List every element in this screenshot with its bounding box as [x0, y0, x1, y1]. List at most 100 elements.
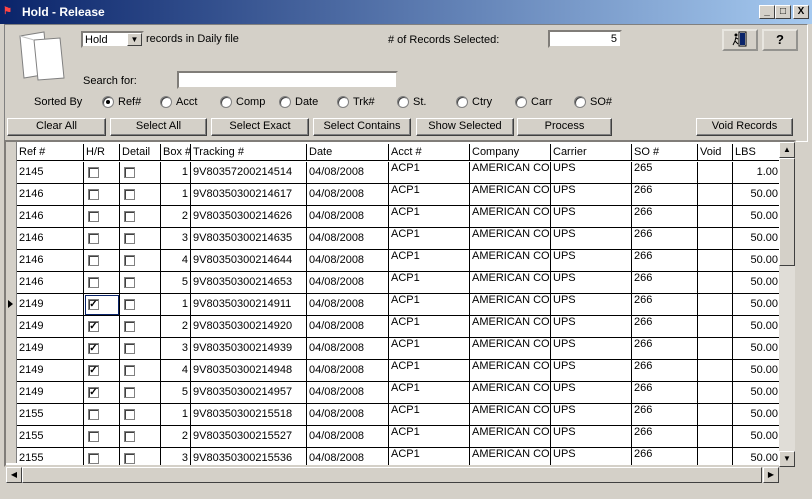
cell-date[interactable]: 04/08/2008 — [307, 206, 389, 228]
cell-company[interactable]: AMERICAN COMPANY — [470, 404, 551, 426]
detail-checkbox[interactable] — [124, 365, 135, 376]
cell-acct[interactable]: ACP1 — [389, 206, 470, 228]
cell-tracking[interactable]: 9V80350300214617 — [191, 184, 307, 206]
cell-lbs[interactable]: 50.00 — [733, 360, 781, 382]
cell-so[interactable]: 266 — [632, 316, 698, 338]
mode-select[interactable]: Hold ▼ — [81, 31, 144, 48]
cell-detail[interactable] — [120, 404, 161, 426]
cell-box[interactable]: 1 — [161, 162, 191, 184]
cell-detail[interactable] — [120, 206, 161, 228]
cell-box[interactable]: 3 — [161, 338, 191, 360]
detail-checkbox[interactable] — [124, 189, 135, 200]
cell-ref[interactable]: 2149 — [17, 360, 84, 382]
cell-carrier[interactable]: UPS — [551, 184, 632, 206]
sort-radio-date[interactable]: Date — [279, 96, 318, 108]
cell-hr[interactable] — [84, 162, 120, 184]
cell-acct[interactable]: ACP1 — [389, 404, 470, 426]
cell-carrier[interactable]: UPS — [551, 294, 632, 316]
cell-hr[interactable] — [84, 184, 120, 206]
cell-void[interactable] — [698, 360, 733, 382]
cell-box[interactable]: 5 — [161, 382, 191, 404]
cell-tracking[interactable]: 9V80350300214939 — [191, 338, 307, 360]
cell-company[interactable]: AMERICAN COMPANY — [470, 272, 551, 294]
cell-ref[interactable]: 2149 — [17, 316, 84, 338]
hold-release-checkbox[interactable] — [88, 453, 99, 464]
sort-radio-trk[interactable]: Trk# — [337, 96, 375, 108]
cell-lbs[interactable]: 50.00 — [733, 294, 781, 316]
cell-acct[interactable]: ACP1 — [389, 162, 470, 184]
cell-acct[interactable]: ACP1 — [389, 316, 470, 338]
cell-hr[interactable] — [84, 228, 120, 250]
cell-void[interactable] — [698, 162, 733, 184]
cell-acct[interactable]: ACP1 — [389, 382, 470, 404]
cell-hr[interactable] — [84, 448, 120, 465]
cell-ref[interactable]: 2146 — [17, 228, 84, 250]
cell-acct[interactable]: ACP1 — [389, 338, 470, 360]
cell-so[interactable]: 266 — [632, 360, 698, 382]
cell-hr[interactable] — [84, 272, 120, 294]
cell-ref[interactable]: 2146 — [17, 272, 84, 294]
cell-so[interactable]: 266 — [632, 228, 698, 250]
cell-company[interactable]: AMERICAN COMPANY — [470, 382, 551, 404]
detail-checkbox[interactable] — [124, 211, 135, 222]
hold-release-checkbox[interactable]: ✓ — [88, 387, 99, 398]
cell-date[interactable]: 04/08/2008 — [307, 316, 389, 338]
cell-ref[interactable]: 2146 — [17, 206, 84, 228]
cell-lbs[interactable]: 50.00 — [733, 382, 781, 404]
cell-carrier[interactable]: UPS — [551, 316, 632, 338]
column-header-date[interactable]: Date — [307, 144, 389, 161]
cell-acct[interactable]: ACP1 — [389, 448, 470, 465]
cell-lbs[interactable]: 50.00 — [733, 206, 781, 228]
cell-ref[interactable]: 2155 — [17, 448, 84, 465]
maximize-button[interactable]: □ — [775, 5, 791, 19]
cell-ref[interactable]: 2145 — [17, 162, 84, 184]
column-header-so[interactable]: SO # — [632, 144, 698, 161]
cell-acct[interactable]: ACP1 — [389, 272, 470, 294]
hold-release-checkbox[interactable]: ✓ — [88, 365, 99, 376]
cell-carrier[interactable]: UPS — [551, 448, 632, 465]
hold-release-checkbox[interactable] — [88, 409, 99, 420]
cell-box[interactable]: 1 — [161, 184, 191, 206]
cell-tracking[interactable]: 9V80350300214920 — [191, 316, 307, 338]
detail-checkbox[interactable] — [124, 409, 135, 420]
cell-void[interactable] — [698, 338, 733, 360]
cell-so[interactable]: 266 — [632, 404, 698, 426]
cell-carrier[interactable]: UPS — [551, 382, 632, 404]
cell-tracking[interactable]: 9V80350300214626 — [191, 206, 307, 228]
minimize-button[interactable]: _ — [759, 5, 775, 19]
cell-ref[interactable]: 2149 — [17, 294, 84, 316]
cell-tracking[interactable]: 9V80350300215527 — [191, 426, 307, 448]
cell-so[interactable]: 266 — [632, 426, 698, 448]
cell-so[interactable]: 266 — [632, 272, 698, 294]
cell-company[interactable]: AMERICAN COMPANY — [470, 206, 551, 228]
scroll-right-icon[interactable]: ▶ — [763, 467, 779, 483]
select-exact-button[interactable]: Select Exact — [211, 118, 309, 136]
cell-so[interactable]: 266 — [632, 250, 698, 272]
cell-void[interactable] — [698, 426, 733, 448]
column-header-hr[interactable]: H/R — [84, 144, 120, 161]
cell-void[interactable] — [698, 184, 733, 206]
cell-box[interactable]: 4 — [161, 250, 191, 272]
cell-date[interactable]: 04/08/2008 — [307, 250, 389, 272]
detail-checkbox[interactable] — [124, 167, 135, 178]
cell-lbs[interactable]: 50.00 — [733, 316, 781, 338]
cell-company[interactable]: AMERICAN COMPANY — [470, 448, 551, 465]
hold-release-checkbox[interactable]: ✓ — [88, 321, 99, 332]
column-header-box[interactable]: Box # — [161, 144, 191, 161]
cell-hr[interactable] — [84, 426, 120, 448]
cell-date[interactable]: 04/08/2008 — [307, 404, 389, 426]
cell-carrier[interactable]: UPS — [551, 206, 632, 228]
scroll-down-icon[interactable]: ▼ — [779, 451, 795, 467]
cell-acct[interactable]: ACP1 — [389, 294, 470, 316]
clear-all-button[interactable]: Clear All — [7, 118, 106, 136]
cell-carrier[interactable]: UPS — [551, 360, 632, 382]
cell-detail[interactable] — [120, 294, 161, 316]
detail-checkbox[interactable] — [124, 387, 135, 398]
detail-checkbox[interactable] — [124, 299, 135, 310]
cell-ref[interactable]: 2149 — [17, 338, 84, 360]
cell-ref[interactable]: 2146 — [17, 184, 84, 206]
hold-release-checkbox[interactable] — [88, 431, 99, 442]
cell-lbs[interactable]: 50.00 — [733, 184, 781, 206]
cell-so[interactable]: 265 — [632, 162, 698, 184]
detail-checkbox[interactable] — [124, 431, 135, 442]
